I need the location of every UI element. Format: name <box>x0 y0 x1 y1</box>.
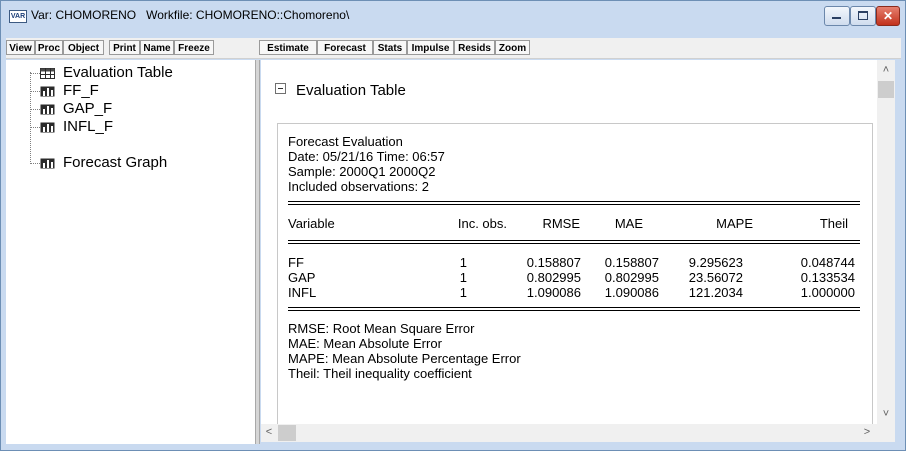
table-rule <box>288 307 860 311</box>
column-header: Theil <box>819 216 848 231</box>
sample-line: Sample: 2000Q1 2000Q2 <box>288 164 436 179</box>
evaluation-table: Forecast Evaluation Date: 05/21/16 Time:… <box>277 123 873 424</box>
var-object-icon: VAR <box>9 10 27 23</box>
table-title: Forecast Evaluation <box>288 134 403 149</box>
table-cell: 1 <box>459 285 467 300</box>
tree-connector <box>30 72 31 164</box>
impulse-button[interactable]: Impulse <box>407 40 454 55</box>
object-button[interactable]: Object <box>63 40 104 55</box>
tree-item-label: GAP_F <box>63 100 113 117</box>
zoom-button[interactable]: Zoom <box>495 40 530 55</box>
close-button[interactable]: ✕ <box>876 6 900 26</box>
window-title: Var: CHOMORENO Workfile: CHOMORENO::Chom… <box>31 8 350 22</box>
table-cell: GAP <box>288 270 316 285</box>
print-button[interactable]: Print <box>109 40 140 55</box>
resize-grip-icon[interactable] <box>877 424 895 442</box>
table-cell: 1.000000 <box>800 285 855 300</box>
resids-button[interactable]: Resids <box>454 40 495 55</box>
table-cell: 1 <box>459 270 467 285</box>
tree-item-label: FF_F <box>63 82 99 99</box>
object-toolbar: View Proc Object Print Name Freeze Estim… <box>6 38 901 59</box>
graph-icon <box>40 86 55 97</box>
maximize-icon <box>858 11 868 20</box>
collapse-icon[interactable] <box>275 83 286 94</box>
table-cell: 23.56072 <box>688 270 743 285</box>
tree-item-label: Evaluation Table <box>63 64 173 81</box>
pane-splitter[interactable] <box>255 60 260 444</box>
view-button[interactable]: View <box>6 40 35 55</box>
table-cell: INFL <box>288 285 317 300</box>
table-cell: 1 <box>459 255 467 270</box>
table-rule <box>288 240 860 244</box>
scroll-left-icon[interactable]: < <box>263 426 275 438</box>
observations-line: Included observations: 2 <box>288 179 429 194</box>
output-tree-pane: Evaluation Table FF_F GAP_F INFL_F Forec… <box>6 60 255 444</box>
column-header: MAE <box>614 216 643 231</box>
section-title: Evaluation Table <box>296 82 406 99</box>
table-cell: 9.295623 <box>688 255 743 270</box>
scroll-right-icon[interactable]: > <box>861 426 873 438</box>
minimize-button[interactable] <box>824 6 850 26</box>
horizontal-scrollbar[interactable]: < > <box>261 424 877 442</box>
legend-line: RMSE: Root Mean Square Error <box>288 321 475 336</box>
graph-icon <box>40 158 55 169</box>
scroll-down-icon[interactable]: ˅ <box>877 408 895 420</box>
horizontal-scroll-thumb[interactable] <box>278 425 296 441</box>
column-header: RMSE <box>542 216 580 231</box>
section-header[interactable]: Evaluation Table <box>275 82 406 99</box>
tree-item-label: INFL_F <box>63 118 114 135</box>
stats-button[interactable]: Stats <box>373 40 407 55</box>
table-cell: 0.133534 <box>800 270 855 285</box>
legend-line: Theil: Theil inequality coefficient <box>288 366 472 381</box>
forecast-button[interactable]: Forecast <box>317 40 373 55</box>
minimize-icon <box>832 17 841 19</box>
table-cell: 0.802995 <box>604 270 659 285</box>
table-rule <box>288 201 860 205</box>
table-cell: 121.2034 <box>688 285 743 300</box>
table-cell: 0.158807 <box>604 255 659 270</box>
table-cell: 1.090086 <box>604 285 659 300</box>
scroll-up-icon[interactable]: ˄ <box>877 64 895 76</box>
table-cell: 1.090086 <box>526 285 581 300</box>
table-cell: 0.158807 <box>526 255 581 270</box>
table-cell: 0.048744 <box>800 255 855 270</box>
name-button[interactable]: Name <box>140 40 174 55</box>
close-icon: ✕ <box>882 9 894 23</box>
vertical-scroll-thumb[interactable] <box>878 81 894 98</box>
tree-item-label: Forecast Graph <box>63 154 168 171</box>
table-cell: FF <box>288 255 304 270</box>
output-view-pane: Evaluation Table Forecast Evaluation Dat… <box>261 60 877 424</box>
title-bar[interactable]: VAR Var: CHOMORENO Workfile: CHOMORENO::… <box>1 1 905 31</box>
maximize-button[interactable] <box>850 6 876 26</box>
column-header: Variable <box>288 216 335 231</box>
table-icon <box>40 68 55 79</box>
column-header: Inc. obs. <box>457 216 507 231</box>
estimate-button[interactable]: Estimate <box>259 40 317 55</box>
legend-line: MAPE: Mean Absolute Percentage Error <box>288 351 521 366</box>
graph-icon <box>40 104 55 115</box>
date-time-line: Date: 05/21/16 Time: 06:57 <box>288 149 445 164</box>
column-header: MAPE <box>716 216 753 231</box>
graph-icon <box>40 122 55 133</box>
freeze-button[interactable]: Freeze <box>174 40 214 55</box>
vertical-scrollbar[interactable]: ˄ ˅ <box>877 60 895 424</box>
table-cell: 0.802995 <box>526 270 581 285</box>
proc-button[interactable]: Proc <box>35 40 63 55</box>
legend-line: MAE: Mean Absolute Error <box>288 336 442 351</box>
